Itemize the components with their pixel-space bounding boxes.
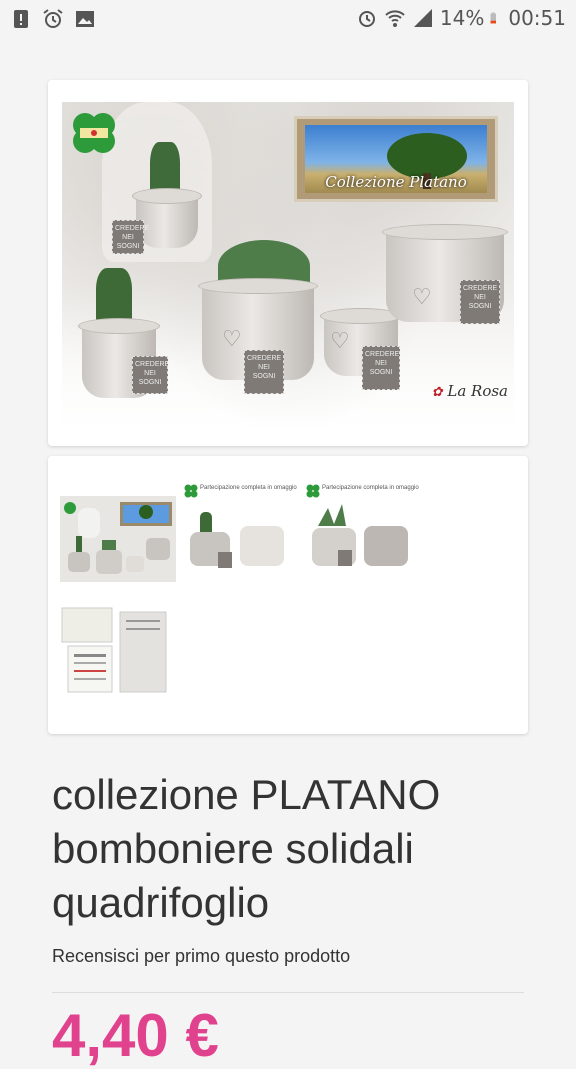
battery-icon	[490, 12, 497, 24]
gallery-thumb-2[interactable]: Partecipazione completa in omaggio	[182, 482, 298, 582]
clover-logo	[73, 113, 115, 153]
product-title: collezione PLATANO bomboniere solidali q…	[52, 771, 441, 926]
alarm-clock-icon	[43, 9, 63, 28]
gift-tag-5: CREDERE NEI SOGNI	[460, 280, 500, 324]
pot-in-bag	[132, 188, 202, 248]
framed-picture: Collezione Platano	[294, 116, 498, 202]
alert-icon	[14, 10, 28, 28]
gift-tag-3: CREDERE NEI SOGNI	[244, 350, 284, 394]
review-link[interactable]: Recensisci per primo questo prodotto	[52, 946, 350, 967]
product-image-card[interactable]: CREDERE NEI SOGNI Collezione Platano CREDE…	[48, 80, 528, 446]
alarm-icon	[358, 11, 375, 27]
battery-percent: 14%	[439, 6, 485, 30]
gift-tag-4: CREDERE NEI SOGNI	[362, 346, 400, 390]
product-price: 4,40 €	[52, 1002, 219, 1069]
product-main-image[interactable]: CREDERE NEI SOGNI Collezione Platano CREDE…	[62, 102, 514, 428]
gallery-thumb-3[interactable]: Partecipazione completa in omaggio	[304, 482, 420, 582]
brand-logo: ✿ La Rosa	[431, 382, 508, 400]
gallery-thumb-1[interactable]	[60, 496, 176, 596]
divider	[52, 992, 524, 993]
gift-tag-1: CREDERE NEI SOGNI	[112, 220, 149, 254]
gallery-thumb-4[interactable]	[60, 606, 176, 706]
wifi-icon	[385, 10, 405, 27]
clock: 00:51	[508, 6, 566, 30]
heart-decoration-3: ♡	[412, 284, 432, 309]
heart-decoration-1: ♡	[222, 326, 242, 351]
status-bar: 14% 00:51	[0, 0, 576, 38]
image-icon	[76, 11, 94, 27]
heart-decoration-2: ♡	[330, 328, 350, 353]
image-gallery: Partecipazione completa in omaggio Parte…	[48, 456, 528, 734]
gift-tag-2: CREDERE NEI SOGNI	[132, 356, 169, 394]
frame-caption: Collezione Platano	[325, 173, 467, 191]
signal-icon	[413, 9, 432, 27]
